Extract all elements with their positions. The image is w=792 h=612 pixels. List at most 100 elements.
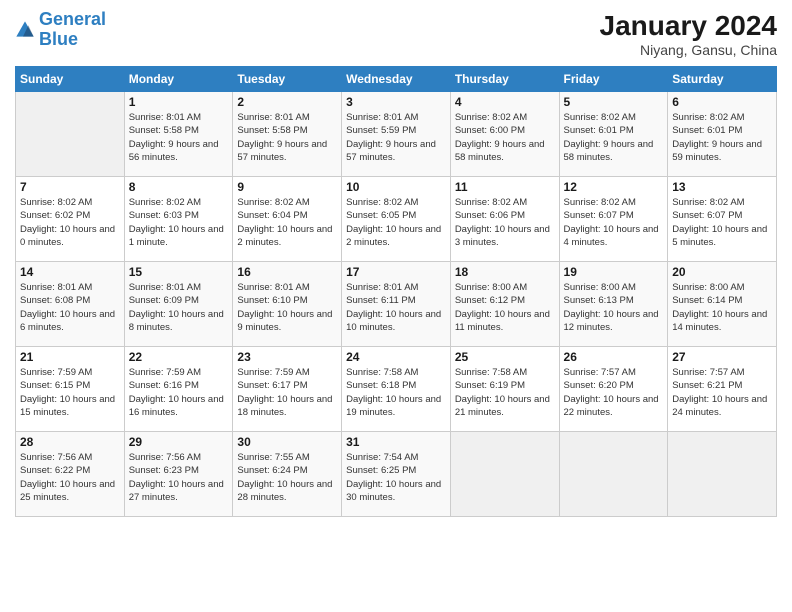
day-number: 3	[346, 95, 446, 109]
weekday-wednesday: Wednesday	[342, 67, 451, 92]
day-number: 2	[237, 95, 337, 109]
calendar-cell: 6 Sunrise: 8:02 AMSunset: 6:01 PMDayligh…	[668, 92, 777, 177]
day-number: 31	[346, 435, 446, 449]
day-number: 21	[20, 350, 120, 364]
day-number: 26	[564, 350, 664, 364]
calendar-cell	[559, 432, 668, 517]
calendar-cell: 22 Sunrise: 7:59 AMSunset: 6:16 PMDaylig…	[124, 347, 233, 432]
day-number: 18	[455, 265, 555, 279]
page-container: General Blue January 2024 Niyang, Gansu,…	[0, 0, 792, 612]
calendar-cell: 21 Sunrise: 7:59 AMSunset: 6:15 PMDaylig…	[16, 347, 125, 432]
day-number: 9	[237, 180, 337, 194]
calendar-cell	[16, 92, 125, 177]
calendar-cell: 10 Sunrise: 8:02 AMSunset: 6:05 PMDaylig…	[342, 177, 451, 262]
weekday-saturday: Saturday	[668, 67, 777, 92]
calendar-cell: 25 Sunrise: 7:58 AMSunset: 6:19 PMDaylig…	[450, 347, 559, 432]
day-number: 30	[237, 435, 337, 449]
calendar-cell: 1 Sunrise: 8:01 AMSunset: 5:58 PMDayligh…	[124, 92, 233, 177]
calendar-cell: 7 Sunrise: 8:02 AMSunset: 6:02 PMDayligh…	[16, 177, 125, 262]
logo: General Blue	[15, 10, 106, 50]
calendar-body: 1 Sunrise: 8:01 AMSunset: 5:58 PMDayligh…	[16, 92, 777, 517]
day-info: Sunrise: 8:01 AMSunset: 5:58 PMDaylight:…	[237, 111, 337, 164]
day-info: Sunrise: 8:02 AMSunset: 6:01 PMDaylight:…	[672, 111, 772, 164]
day-info: Sunrise: 8:02 AMSunset: 6:07 PMDaylight:…	[564, 196, 664, 249]
title-block: January 2024 Niyang, Gansu, China	[600, 10, 777, 58]
day-number: 7	[20, 180, 120, 194]
calendar-cell: 27 Sunrise: 7:57 AMSunset: 6:21 PMDaylig…	[668, 347, 777, 432]
day-info: Sunrise: 8:01 AMSunset: 6:10 PMDaylight:…	[237, 281, 337, 334]
day-number: 24	[346, 350, 446, 364]
logo-icon	[15, 20, 35, 40]
calendar-header: Sunday Monday Tuesday Wednesday Thursday…	[16, 67, 777, 92]
calendar-cell: 28 Sunrise: 7:56 AMSunset: 6:22 PMDaylig…	[16, 432, 125, 517]
calendar-cell: 18 Sunrise: 8:00 AMSunset: 6:12 PMDaylig…	[450, 262, 559, 347]
calendar-cell: 2 Sunrise: 8:01 AMSunset: 5:58 PMDayligh…	[233, 92, 342, 177]
calendar-cell: 4 Sunrise: 8:02 AMSunset: 6:00 PMDayligh…	[450, 92, 559, 177]
day-number: 10	[346, 180, 446, 194]
calendar-cell: 23 Sunrise: 7:59 AMSunset: 6:17 PMDaylig…	[233, 347, 342, 432]
day-number: 14	[20, 265, 120, 279]
day-number: 19	[564, 265, 664, 279]
calendar-cell: 31 Sunrise: 7:54 AMSunset: 6:25 PMDaylig…	[342, 432, 451, 517]
day-info: Sunrise: 8:01 AMSunset: 6:08 PMDaylight:…	[20, 281, 120, 334]
calendar-cell: 16 Sunrise: 8:01 AMSunset: 6:10 PMDaylig…	[233, 262, 342, 347]
day-info: Sunrise: 8:02 AMSunset: 6:03 PMDaylight:…	[129, 196, 229, 249]
day-number: 5	[564, 95, 664, 109]
day-info: Sunrise: 8:02 AMSunset: 6:05 PMDaylight:…	[346, 196, 446, 249]
day-info: Sunrise: 8:00 AMSunset: 6:12 PMDaylight:…	[455, 281, 555, 334]
calendar-cell: 13 Sunrise: 8:02 AMSunset: 6:07 PMDaylig…	[668, 177, 777, 262]
day-info: Sunrise: 7:58 AMSunset: 6:19 PMDaylight:…	[455, 366, 555, 419]
calendar-cell: 8 Sunrise: 8:02 AMSunset: 6:03 PMDayligh…	[124, 177, 233, 262]
day-number: 15	[129, 265, 229, 279]
calendar-week-3: 21 Sunrise: 7:59 AMSunset: 6:15 PMDaylig…	[16, 347, 777, 432]
day-info: Sunrise: 8:02 AMSunset: 6:00 PMDaylight:…	[455, 111, 555, 164]
day-number: 13	[672, 180, 772, 194]
calendar-cell: 3 Sunrise: 8:01 AMSunset: 5:59 PMDayligh…	[342, 92, 451, 177]
calendar-week-0: 1 Sunrise: 8:01 AMSunset: 5:58 PMDayligh…	[16, 92, 777, 177]
day-number: 29	[129, 435, 229, 449]
calendar-cell	[450, 432, 559, 517]
calendar-cell: 5 Sunrise: 8:02 AMSunset: 6:01 PMDayligh…	[559, 92, 668, 177]
day-info: Sunrise: 8:02 AMSunset: 6:01 PMDaylight:…	[564, 111, 664, 164]
logo-text: General Blue	[39, 10, 106, 50]
weekday-tuesday: Tuesday	[233, 67, 342, 92]
day-info: Sunrise: 7:56 AMSunset: 6:22 PMDaylight:…	[20, 451, 120, 504]
day-info: Sunrise: 7:58 AMSunset: 6:18 PMDaylight:…	[346, 366, 446, 419]
calendar-cell: 17 Sunrise: 8:01 AMSunset: 6:11 PMDaylig…	[342, 262, 451, 347]
day-info: Sunrise: 8:01 AMSunset: 6:09 PMDaylight:…	[129, 281, 229, 334]
day-info: Sunrise: 8:02 AMSunset: 6:07 PMDaylight:…	[672, 196, 772, 249]
day-info: Sunrise: 8:01 AMSunset: 5:58 PMDaylight:…	[129, 111, 229, 164]
calendar-cell: 9 Sunrise: 8:02 AMSunset: 6:04 PMDayligh…	[233, 177, 342, 262]
calendar-week-1: 7 Sunrise: 8:02 AMSunset: 6:02 PMDayligh…	[16, 177, 777, 262]
day-number: 28	[20, 435, 120, 449]
calendar-week-4: 28 Sunrise: 7:56 AMSunset: 6:22 PMDaylig…	[16, 432, 777, 517]
day-info: Sunrise: 7:56 AMSunset: 6:23 PMDaylight:…	[129, 451, 229, 504]
day-info: Sunrise: 7:59 AMSunset: 6:16 PMDaylight:…	[129, 366, 229, 419]
calendar-week-2: 14 Sunrise: 8:01 AMSunset: 6:08 PMDaylig…	[16, 262, 777, 347]
day-info: Sunrise: 8:02 AMSunset: 6:04 PMDaylight:…	[237, 196, 337, 249]
calendar-cell: 20 Sunrise: 8:00 AMSunset: 6:14 PMDaylig…	[668, 262, 777, 347]
day-info: Sunrise: 8:00 AMSunset: 6:14 PMDaylight:…	[672, 281, 772, 334]
subtitle: Niyang, Gansu, China	[600, 42, 777, 58]
calendar-cell: 15 Sunrise: 8:01 AMSunset: 6:09 PMDaylig…	[124, 262, 233, 347]
day-info: Sunrise: 7:59 AMSunset: 6:17 PMDaylight:…	[237, 366, 337, 419]
day-number: 27	[672, 350, 772, 364]
calendar-cell: 14 Sunrise: 8:01 AMSunset: 6:08 PMDaylig…	[16, 262, 125, 347]
day-info: Sunrise: 7:57 AMSunset: 6:20 PMDaylight:…	[564, 366, 664, 419]
day-number: 1	[129, 95, 229, 109]
calendar-cell: 30 Sunrise: 7:55 AMSunset: 6:24 PMDaylig…	[233, 432, 342, 517]
day-info: Sunrise: 8:01 AMSunset: 5:59 PMDaylight:…	[346, 111, 446, 164]
day-info: Sunrise: 7:59 AMSunset: 6:15 PMDaylight:…	[20, 366, 120, 419]
calendar-cell: 26 Sunrise: 7:57 AMSunset: 6:20 PMDaylig…	[559, 347, 668, 432]
calendar-cell: 19 Sunrise: 8:00 AMSunset: 6:13 PMDaylig…	[559, 262, 668, 347]
day-number: 12	[564, 180, 664, 194]
day-info: Sunrise: 7:55 AMSunset: 6:24 PMDaylight:…	[237, 451, 337, 504]
calendar-cell	[668, 432, 777, 517]
day-number: 20	[672, 265, 772, 279]
day-info: Sunrise: 8:00 AMSunset: 6:13 PMDaylight:…	[564, 281, 664, 334]
day-info: Sunrise: 8:02 AMSunset: 6:02 PMDaylight:…	[20, 196, 120, 249]
day-number: 16	[237, 265, 337, 279]
weekday-monday: Monday	[124, 67, 233, 92]
day-number: 4	[455, 95, 555, 109]
calendar-cell: 11 Sunrise: 8:02 AMSunset: 6:06 PMDaylig…	[450, 177, 559, 262]
